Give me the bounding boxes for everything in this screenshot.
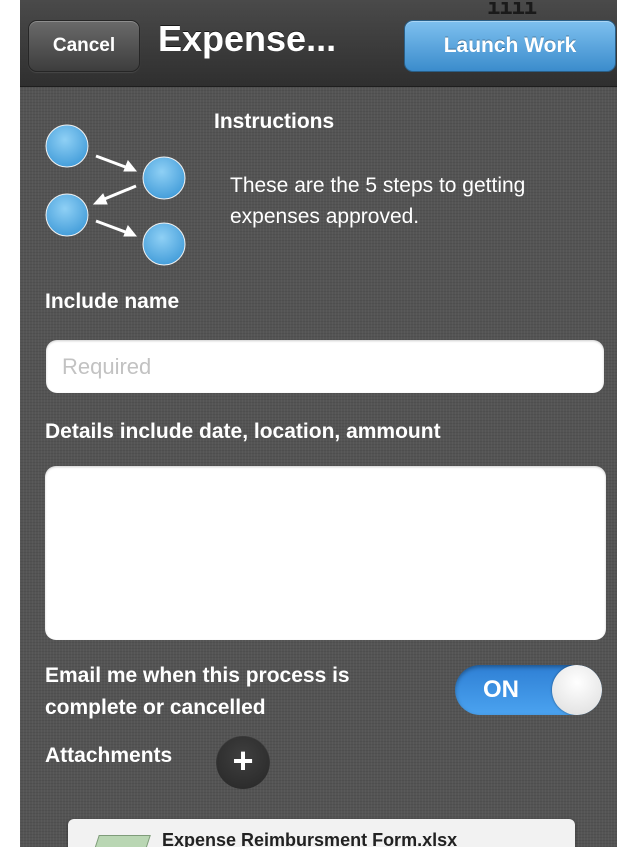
name-field-label: Include name — [45, 290, 180, 313]
spreadsheet-file-icon — [85, 835, 151, 847]
toggle-on-label: ON — [483, 676, 519, 703]
details-textarea[interactable] — [45, 466, 606, 640]
email-notification-label: Email me when this process is complete o… — [45, 664, 350, 719]
plus-icon: + — [232, 740, 254, 781]
details-field-label: Details include date, location, ammount — [45, 420, 441, 443]
attachments-label: Attachments — [45, 744, 173, 767]
process-steps-icon — [45, 124, 186, 266]
email-notification-toggle[interactable]: ON — [455, 665, 602, 715]
instructions-heading: Instructions — [214, 110, 335, 133]
app-screen: Cancel Expense... Launch Work Instructio… — [20, 0, 617, 847]
instructions-text: These are the 5 steps to getting expense… — [230, 174, 526, 228]
launch-work-button[interactable]: Launch Work — [404, 20, 616, 72]
toggle-knob[interactable] — [552, 665, 602, 715]
page-title: Expense... — [158, 18, 337, 59]
attachment-item[interactable]: Expense Reimbursment Form.xlsx — [68, 819, 575, 847]
attachment-file-name: Expense Reimbursment Form.xlsx — [162, 830, 458, 847]
signal-icon: ıııı — [487, 0, 537, 20]
cancel-button[interactable]: Cancel — [28, 20, 140, 72]
add-attachment-button[interactable]: + — [216, 735, 270, 789]
name-input[interactable] — [46, 340, 604, 393]
